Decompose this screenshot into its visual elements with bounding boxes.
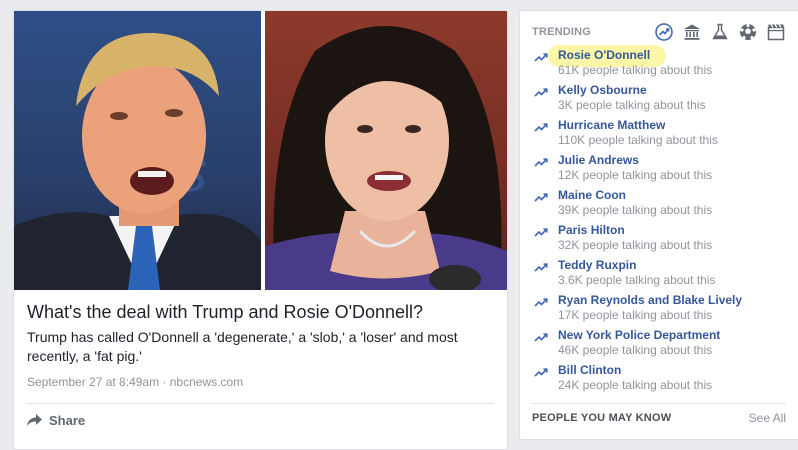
story-card: is	[13, 10, 508, 450]
trend-count: 39K people talking about this	[558, 203, 713, 217]
sports-icon[interactable]	[738, 22, 758, 42]
story-photos[interactable]: is	[14, 11, 507, 290]
trending-header: TRENDING	[532, 26, 592, 38]
trend-item[interactable]: Ryan Reynolds and Blake Lively 17K peopl…	[532, 293, 792, 328]
trend-name[interactable]: Hurricane Matthew	[558, 118, 665, 132]
trend-arrow-icon	[534, 368, 548, 377]
story-title[interactable]: What's the deal with Trump and Rosie O'D…	[27, 300, 497, 324]
share-button[interactable]: Share	[27, 410, 85, 430]
trend-arrow-icon	[534, 193, 548, 202]
trend-count: 24K people talking about this	[558, 378, 713, 392]
trend-item[interactable]: Hurricane Matthew 110K people talking ab…	[532, 118, 792, 153]
politics-icon[interactable]	[682, 22, 702, 42]
trend-count: 12K people talking about this	[558, 168, 713, 182]
divider	[532, 403, 786, 404]
trend-count: 3.6K people talking about this	[558, 273, 716, 287]
share-label: Share	[49, 412, 86, 428]
trend-count: 3K people talking about this	[558, 98, 706, 112]
trend-arrow-icon	[534, 88, 548, 97]
trending-panel: TRENDING Rosie O'Donnell 61K people talk…	[519, 10, 798, 440]
trend-arrow-icon	[534, 123, 548, 132]
trend-name[interactable]: Julie Andrews	[558, 153, 639, 167]
trend-arrow-icon	[534, 263, 548, 272]
trend-name[interactable]: Rosie O'Donnell	[558, 48, 650, 62]
trend-item[interactable]: Maine Coon 39K people talking about this	[532, 188, 792, 223]
share-icon	[27, 413, 42, 426]
trend-item[interactable]: Julie Andrews 12K people talking about t…	[532, 153, 792, 188]
trend-count: 17K people talking about this	[558, 308, 713, 322]
trend-name[interactable]: Bill Clinton	[558, 363, 621, 377]
trend-count: 46K people talking about this	[558, 343, 713, 357]
trending-list: Rosie O'Donnell 61K people talking about…	[532, 45, 792, 398]
people-you-may-know-title: PEOPLE YOU MAY KNOW	[532, 412, 672, 424]
trend-count: 32K people talking about this	[558, 238, 713, 252]
trend-name[interactable]: Paris Hilton	[558, 223, 625, 237]
see-all-link[interactable]: See All	[749, 411, 786, 425]
trend-count: 110K people talking about this	[558, 133, 718, 147]
trend-item[interactable]: Teddy Ruxpin 3.6K people talking about t…	[532, 258, 792, 293]
trend-item[interactable]: New York Police Department 46K people ta…	[532, 328, 792, 363]
trend-name[interactable]: New York Police Department	[558, 328, 720, 342]
story-meta: September 27 at 8:49am · nbcnews.com	[27, 375, 244, 389]
trend-name[interactable]: Ryan Reynolds and Blake Lively	[558, 293, 742, 307]
trend-arrow-icon	[534, 333, 548, 342]
trend-arrow-icon	[534, 158, 548, 167]
trend-name[interactable]: Teddy Ruxpin	[558, 258, 636, 272]
trend-arrow-icon	[534, 228, 548, 237]
trump-photo[interactable]: is	[14, 11, 261, 290]
trend-item[interactable]: Paris Hilton 32K people talking about th…	[532, 223, 792, 258]
trend-name[interactable]: Maine Coon	[558, 188, 626, 202]
rosie-photo[interactable]	[265, 11, 507, 290]
divider	[27, 403, 494, 404]
entertainment-icon[interactable]	[766, 22, 786, 42]
trend-item[interactable]: Bill Clinton 24K people talking about th…	[532, 363, 792, 398]
story-description: Trump has called O'Donnell a 'degenerate…	[27, 329, 458, 364]
trend-item[interactable]: Kelly Osbourne 3K people talking about t…	[532, 83, 792, 118]
trend-arrow-icon	[534, 298, 548, 307]
trend-name[interactable]: Kelly Osbourne	[558, 83, 647, 97]
science-icon[interactable]	[710, 22, 730, 42]
trending-categories	[654, 22, 794, 42]
trending-icon[interactable]	[654, 22, 674, 42]
trend-arrow-icon	[534, 53, 548, 62]
trend-count: 61K people talking about this	[558, 63, 713, 77]
trend-item[interactable]: Rosie O'Donnell 61K people talking about…	[532, 45, 792, 83]
